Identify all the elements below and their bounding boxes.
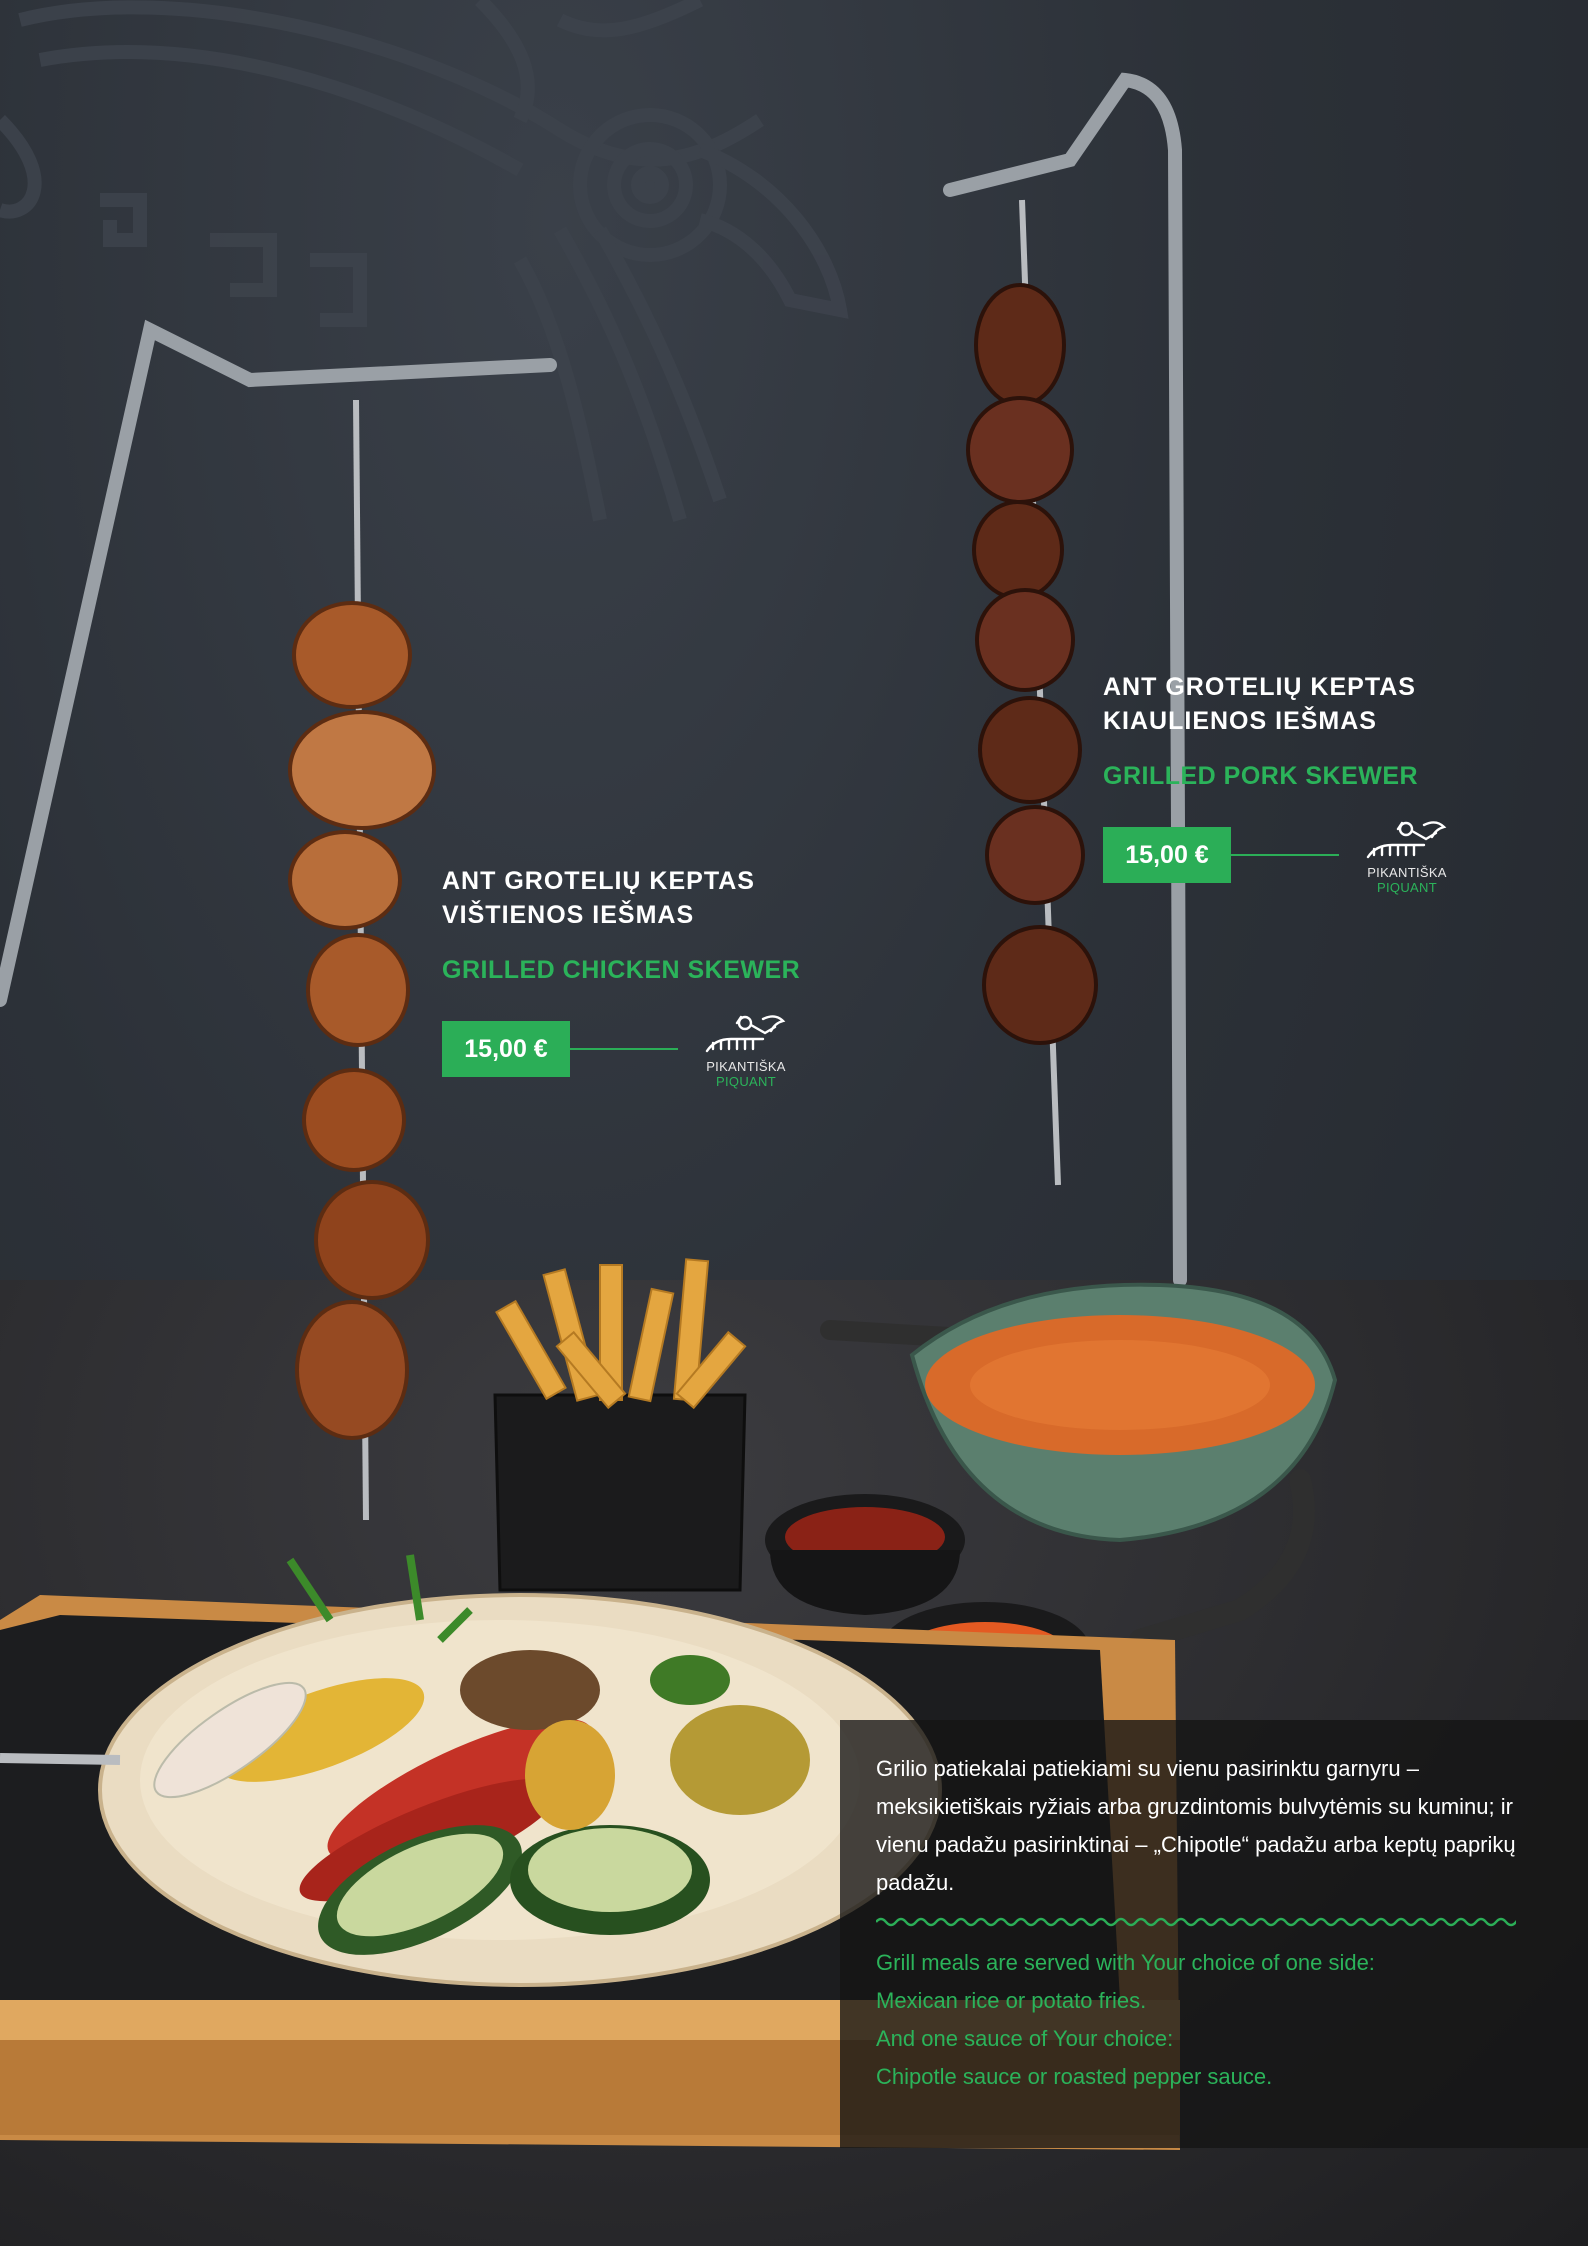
spice-label-en: PIQUANT bbox=[716, 1074, 776, 1089]
price-divider bbox=[570, 1048, 678, 1050]
rice-bowl bbox=[909, 1282, 1338, 1543]
serving-info-en-3: And one sauce of Your choice: bbox=[876, 2026, 1174, 2051]
chicken-skewer bbox=[288, 601, 436, 1440]
menu-page: ANT GROTELIŲ KEPTAS KIAULIENOS IEŠMAS GR… bbox=[0, 0, 1588, 2246]
serving-info-lt: Grilio patiekalai patiekiami su vienu pa… bbox=[876, 1756, 1516, 1895]
wave-divider bbox=[876, 1917, 1516, 1927]
price-tag: 15,00 € bbox=[442, 1021, 570, 1077]
serving-info-box: Grilio patiekalai patiekiami su vienu pa… bbox=[840, 1720, 1588, 2148]
spicy-indicator: PIKANTIŠKA PIQUANT bbox=[1361, 815, 1453, 895]
price-divider bbox=[1231, 854, 1339, 856]
spice-label-lt: PIKANTIŠKA bbox=[706, 1059, 786, 1074]
price-row: 15,00 € PIKANTIŠKA PIQUANT bbox=[1103, 815, 1453, 895]
chili-bird-icon bbox=[1366, 821, 1447, 859]
pork-skewer bbox=[966, 283, 1098, 1045]
serving-info-en-4: Chipotle sauce or roasted pepper sauce. bbox=[876, 2064, 1273, 2089]
item-title-en: GRILLED PORK SKEWER bbox=[1103, 762, 1419, 790]
serving-info-en-1: Grill meals are served with Your choice … bbox=[876, 1950, 1375, 1975]
price-row: 15,00 € PIKANTIŠKA PIQUANT bbox=[442, 1009, 800, 1089]
menu-item-chicken-skewer: ANT GROTELIŲ KEPTAS VIŠTIENOS IEŠMAS GRI… bbox=[442, 864, 800, 1089]
fries-cup bbox=[493, 1258, 747, 1592]
spice-label-lt: PIKANTIŠKA bbox=[1367, 865, 1447, 880]
item-title-lt: ANT GROTELIŲ KEPTAS VIŠTIENOS IEŠMAS bbox=[442, 867, 755, 929]
menu-item-pork-skewer: ANT GROTELIŲ KEPTAS KIAULIENOS IEŠMAS GR… bbox=[1103, 670, 1453, 895]
spice-label-en: PIQUANT bbox=[1377, 880, 1437, 895]
price-tag: 15,00 € bbox=[1103, 827, 1231, 883]
serving-info-en-2: Mexican rice or potato fries. bbox=[876, 1988, 1147, 2013]
item-title-en: GRILLED CHICKEN SKEWER bbox=[442, 956, 801, 984]
chili-bird-icon bbox=[705, 1015, 786, 1053]
spicy-indicator: PIKANTIŠKA PIQUANT bbox=[700, 1009, 792, 1089]
item-title-lt: ANT GROTELIŲ KEPTAS KIAULIENOS IEŠMAS bbox=[1103, 673, 1416, 735]
